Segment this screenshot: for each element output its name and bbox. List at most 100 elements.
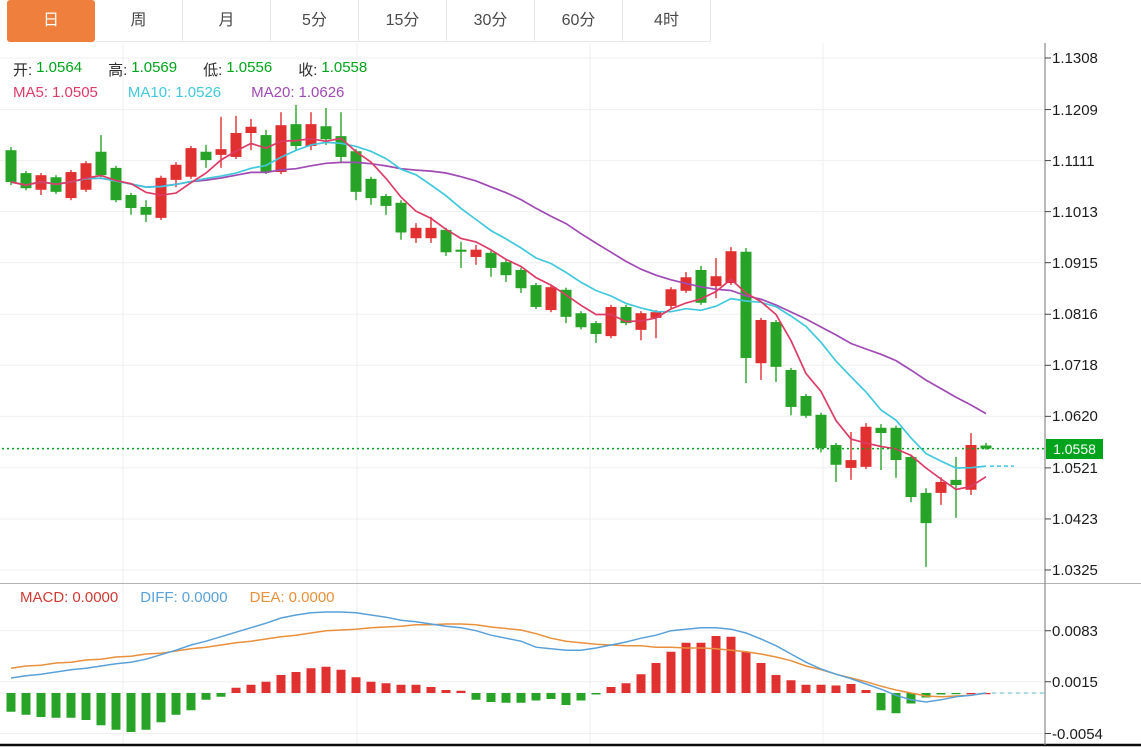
close-label: 收:: [298, 59, 317, 80]
macd-bar: [277, 675, 286, 693]
ma5-label: MA5:: [13, 84, 48, 101]
candle-body: [951, 480, 962, 485]
candle-body: [861, 427, 872, 467]
macd-bar: [142, 693, 151, 730]
candle-body: [291, 124, 302, 146]
macd-bar: [427, 687, 436, 693]
candle-body: [111, 168, 122, 200]
tab-15min[interactable]: 15分: [359, 0, 447, 42]
candle-body: [171, 165, 182, 180]
macd-bar: [562, 693, 571, 705]
macd-bar: [577, 693, 586, 701]
macd-bar: [97, 693, 106, 725]
macd-bar: [172, 693, 181, 715]
macd-bar: [82, 693, 91, 720]
candle-body: [756, 320, 767, 363]
macd-bar: [232, 688, 241, 693]
macd-bar: [382, 683, 391, 693]
chart-canvas[interactable]: [0, 0, 1141, 747]
candle-body: [591, 323, 602, 334]
ma5-value: 1.0505: [52, 84, 98, 101]
current-price-tag: 1.0558: [1046, 439, 1103, 459]
close-value: 1.0558: [321, 59, 367, 80]
candle-body: [381, 196, 392, 206]
macd-bar: [127, 693, 136, 732]
candle-body: [846, 460, 857, 468]
macd-bar: [187, 693, 196, 710]
candle-body: [546, 287, 557, 310]
candle-body: [741, 252, 752, 358]
macd-bar: [67, 693, 76, 718]
tab-week[interactable]: 周: [95, 0, 183, 42]
macd-bar: [457, 691, 466, 693]
macd-bar: [682, 643, 691, 693]
candle-body: [531, 285, 542, 307]
macd-tick-label: -0.0054: [1052, 726, 1103, 743]
macd-bar: [817, 685, 826, 693]
candle-body: [801, 396, 812, 416]
macd-bar: [472, 693, 481, 700]
ma10-value: 1.0526: [175, 84, 221, 101]
macd-bar: [937, 693, 946, 695]
tab-30min[interactable]: 30分: [447, 0, 535, 42]
candle-body: [201, 152, 212, 160]
chart-window: 日 周 月 5分 15分 30分 60分 4时 开:1.0564 高:1.056…: [0, 0, 1141, 747]
low-value: 1.0556: [226, 59, 272, 80]
ma10-label: MA10:: [128, 84, 171, 101]
candle-body: [876, 428, 887, 433]
ma-readout: MA5:1.0505 MA10:1.0526 MA20:1.0626: [13, 84, 344, 101]
diff-label: DIFF:: [140, 589, 178, 606]
candle-body: [306, 124, 317, 146]
candle-body: [366, 179, 377, 198]
tab-5min[interactable]: 5分: [271, 0, 359, 42]
macd-bar: [652, 663, 661, 693]
candle-body: [426, 228, 437, 238]
macd-bar: [112, 693, 121, 730]
macd-bar: [37, 693, 46, 717]
macd-bar: [247, 685, 256, 693]
dea-label: DEA:: [250, 589, 285, 606]
candle-body: [126, 195, 137, 208]
macd-bar: [742, 652, 751, 693]
macd-bar: [22, 693, 31, 715]
macd-bar: [802, 685, 811, 693]
candle-body: [456, 250, 467, 252]
candle-body: [576, 313, 587, 327]
macd-value: 0.0000: [72, 589, 118, 606]
tab-4hour[interactable]: 4时: [623, 0, 711, 42]
macd-bar: [967, 693, 976, 694]
candle-body: [516, 270, 527, 288]
macd-bar: [592, 693, 601, 695]
tab-month[interactable]: 月: [183, 0, 271, 42]
open-value: 1.0564: [36, 59, 82, 80]
candle-body: [351, 151, 362, 192]
macd-bar: [442, 690, 451, 693]
macd-bar: [7, 693, 16, 712]
macd-bar: [292, 672, 301, 693]
macd-bar: [832, 685, 841, 693]
macd-axis[interactable]: 0.00830.0015-0.0054: [1045, 0, 1141, 747]
candle-body: [771, 322, 782, 367]
candle-body: [936, 482, 947, 493]
candle-body: [711, 276, 722, 286]
candle-body: [66, 172, 77, 198]
low-label: 低:: [203, 59, 222, 80]
candle-body: [501, 262, 512, 275]
candle-body: [216, 149, 227, 155]
macd-bar: [307, 668, 316, 693]
macd-bar: [517, 693, 526, 703]
candle-body: [486, 253, 497, 268]
candle-body: [396, 203, 407, 233]
candle-body: [906, 457, 917, 497]
gridlines: [0, 43, 1045, 744]
tab-60min[interactable]: 60分: [535, 0, 623, 42]
macd-bar: [547, 693, 556, 699]
candle-body: [726, 251, 737, 283]
open-label: 开:: [13, 59, 32, 80]
candle-body: [81, 163, 92, 190]
candle-body: [816, 415, 827, 448]
macd-bar: [757, 663, 766, 693]
tab-day[interactable]: 日: [7, 0, 95, 42]
macd-tick-label: 0.0083: [1052, 623, 1098, 640]
ma20-value: 1.0626: [299, 84, 345, 101]
